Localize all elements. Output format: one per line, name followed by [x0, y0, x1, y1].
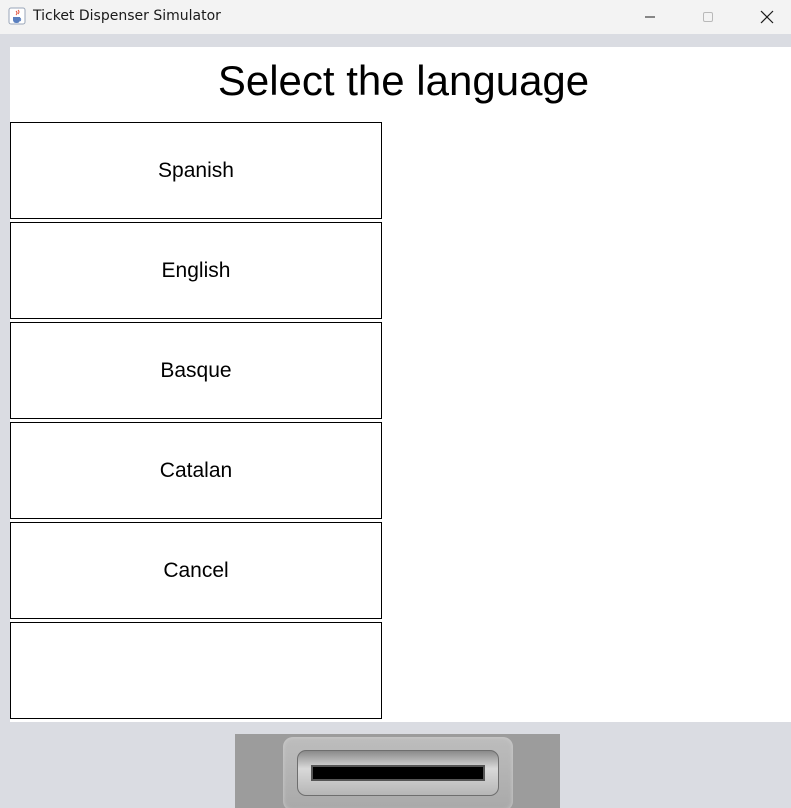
button-label: English [161, 258, 231, 282]
button-label: Basque [160, 358, 232, 382]
page-title: Select the language [217, 57, 590, 104]
close-button[interactable] [738, 0, 791, 34]
basque-button[interactable]: Basque [10, 322, 382, 419]
close-icon [760, 10, 774, 24]
app-window: Ticket Dispenser Simulator Select the la… [0, 0, 791, 808]
button-label: Catalan [159, 458, 233, 482]
ticket-slot[interactable] [311, 765, 485, 781]
english-button[interactable]: English [10, 222, 382, 319]
button-label: Cancel [163, 558, 229, 582]
maximize-button[interactable] [679, 0, 737, 34]
ticket-dispenser [235, 734, 560, 808]
empty-button[interactable] [10, 622, 382, 719]
button-label: Spanish [158, 158, 234, 182]
java-cup-icon [8, 7, 26, 25]
ticket-slot-bezel [297, 750, 499, 796]
title-bar[interactable]: Ticket Dispenser Simulator [0, 0, 791, 34]
catalan-button[interactable]: Catalan [10, 422, 382, 519]
ticket-slot-frame [283, 737, 513, 808]
maximize-icon [703, 12, 713, 22]
spanish-button[interactable]: Spanish [10, 122, 382, 219]
cancel-button[interactable]: Cancel [10, 522, 382, 619]
minimize-icon [645, 16, 655, 18]
minimize-button[interactable] [621, 0, 679, 34]
window-title: Ticket Dispenser Simulator [33, 8, 221, 24]
main-panel: Select the language Spanish English Basq… [10, 47, 791, 722]
